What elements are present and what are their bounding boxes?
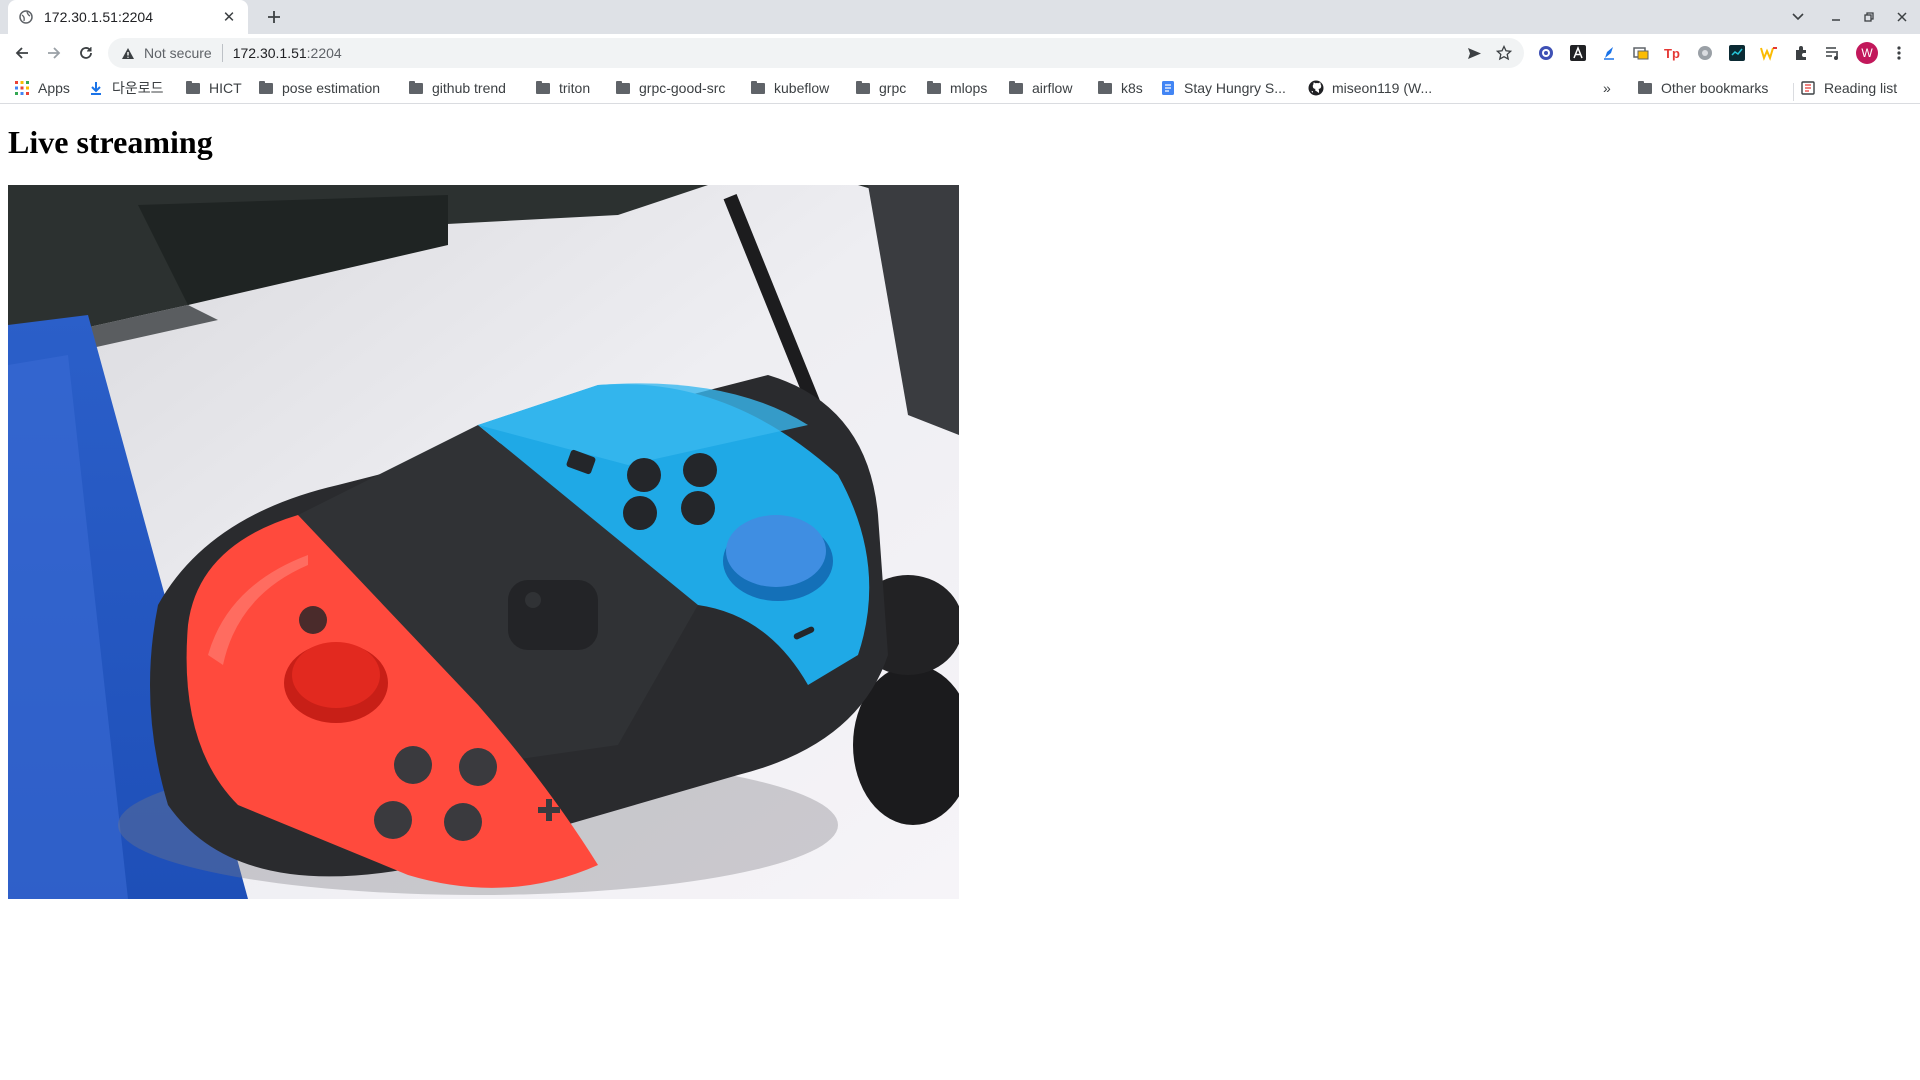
warning-icon[interactable] (120, 45, 136, 61)
address-bar[interactable]: Not secure 172.30.1.51 :2204 (108, 38, 1524, 68)
new-tab-button[interactable] (260, 5, 288, 29)
security-label[interactable]: Not secure (144, 45, 212, 61)
reload-button[interactable] (74, 41, 98, 65)
omnibox-divider (221, 44, 223, 62)
w-extension-icon[interactable] (1760, 44, 1778, 62)
folder-icon (258, 80, 274, 96)
send-tab-icon[interactable] (1461, 38, 1487, 68)
disabled-extension-icon[interactable] (1696, 44, 1714, 62)
tab-strip: 172.30.1.51:2204 ✕ (0, 0, 1920, 34)
bookmark-label: github trend (432, 80, 506, 96)
live-stream-video (8, 185, 959, 899)
bookmark-label: mlops (950, 80, 988, 96)
svg-text:Tp: Tp (1664, 46, 1680, 61)
extensions-puzzle-icon[interactable] (1792, 44, 1810, 62)
bookmark-label: grpc-good-src (639, 80, 726, 96)
reading-list-icon (1800, 80, 1816, 96)
bookmark-folder-airflow[interactable]: airflow (1008, 77, 1072, 99)
profile-initial: W (1861, 46, 1873, 60)
bookmark-label: pose estimation (282, 80, 381, 96)
font-extension-icon[interactable] (1569, 44, 1587, 62)
tab-title: 172.30.1.51:2204 (44, 9, 153, 25)
pen-extension-icon[interactable] (1600, 44, 1618, 62)
close-window-icon[interactable] (1888, 5, 1916, 29)
bookmark-folder-grpc-good-src[interactable]: grpc-good-src (615, 77, 725, 99)
profile-avatar[interactable]: W (1856, 42, 1878, 64)
bookmark-label: grpc (879, 80, 907, 96)
bookmark-other-bookmarks[interactable]: Other bookmarks (1637, 77, 1768, 99)
camera-frame-image (8, 185, 959, 899)
bookmarks-bar: Apps 다운로드 HICT pose estimation github tr… (0, 72, 1920, 104)
bookmarks-overflow-button[interactable]: » (1603, 77, 1611, 99)
bookmark-folder-pose-estimation[interactable]: pose estimation (258, 77, 380, 99)
tp-extension-icon[interactable]: Tp (1664, 44, 1682, 62)
bookmark-folder-mlops[interactable]: mlops (926, 77, 987, 99)
folder-icon (926, 80, 942, 96)
folder-icon (855, 80, 871, 96)
bookmark-miseon119[interactable]: miseon119 (W... (1308, 77, 1432, 99)
bookmark-folder-k8s[interactable]: k8s (1097, 77, 1143, 99)
active-tab[interactable]: 172.30.1.51:2204 ✕ (8, 0, 248, 34)
minimize-icon[interactable] (1822, 5, 1850, 29)
bookmark-star-icon[interactable] (1491, 38, 1517, 68)
folder-icon (750, 80, 766, 96)
reading-list-button[interactable]: Reading list (1800, 77, 1897, 99)
restore-icon[interactable] (1855, 5, 1883, 29)
bookmarks-divider (1793, 83, 1794, 101)
close-tab-icon[interactable]: ✕ (220, 8, 238, 26)
menu-kebab-icon[interactable] (1890, 44, 1908, 62)
bookmark-folder-github-trend[interactable]: github trend (408, 77, 506, 99)
doc-icon (1160, 80, 1176, 96)
url-host: 172.30.1.51 (232, 45, 307, 61)
folder-icon (1637, 80, 1653, 96)
folder-icon (185, 80, 201, 96)
bookmark-label: Stay Hungry S... (1184, 80, 1286, 96)
globe-icon (18, 9, 34, 25)
folder-icon (615, 80, 631, 96)
tab-search-icon[interactable] (1784, 5, 1812, 29)
bookmark-label: triton (559, 80, 591, 96)
page-title: Live streaming (8, 124, 213, 160)
bookmark-folder-hict[interactable]: HICT (185, 77, 242, 99)
bookmark-label: 다운로드 (112, 80, 164, 96)
bookmark-label: Apps (38, 80, 70, 96)
url-port: :2204 (306, 45, 342, 61)
bookmark-label: airflow (1032, 80, 1073, 96)
download-icon (88, 80, 104, 96)
bookmark-folder-grpc[interactable]: grpc (855, 77, 906, 99)
bookmark-folder-kubeflow[interactable]: kubeflow (750, 77, 829, 99)
github-icon (1308, 80, 1324, 96)
folder-icon (408, 80, 424, 96)
browser-toolbar: Not secure 172.30.1.51 :2204 Tp W (0, 34, 1920, 72)
bookmark-label: Reading list (1824, 80, 1898, 96)
bookmark-label: Other bookmarks (1661, 80, 1769, 96)
folder-icon (535, 80, 551, 96)
bookmark-label: HICT (209, 80, 242, 96)
translate-extension-icon[interactable] (1537, 44, 1555, 62)
folder-icon (1097, 80, 1113, 96)
forward-button[interactable] (42, 41, 66, 65)
bookmark-stay-hungry[interactable]: Stay Hungry S... (1160, 77, 1286, 99)
overflow-chevron-icon: » (1603, 80, 1611, 96)
monitor-extension-icon[interactable] (1728, 44, 1746, 62)
bookmark-apps[interactable]: Apps (14, 77, 70, 99)
bookmark-label: k8s (1121, 80, 1143, 96)
bookmark-label: kubeflow (774, 80, 830, 96)
apps-grid-icon (14, 80, 30, 96)
bookmark-label: miseon119 (W... (1332, 80, 1433, 96)
screenshot-extension-icon[interactable] (1632, 44, 1650, 62)
bookmark-download[interactable]: 다운로드 (88, 77, 164, 99)
back-button[interactable] (10, 41, 34, 65)
bookmark-folder-triton[interactable]: triton (535, 77, 590, 99)
media-playlist-icon[interactable] (1824, 44, 1842, 62)
folder-icon (1008, 80, 1024, 96)
